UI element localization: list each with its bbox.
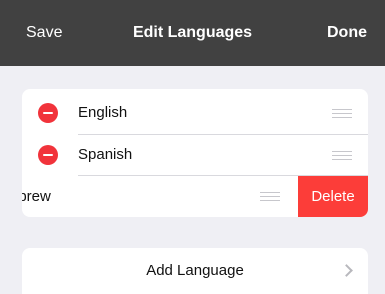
language-list: English Spanish ebrew Delete: [22, 89, 368, 217]
language-row-english[interactable]: English: [22, 92, 368, 134]
reorder-english-drag-handle-icon[interactable]: [332, 108, 352, 120]
done-button[interactable]: Done: [327, 24, 367, 42]
reorder-spanish-drag-handle-icon[interactable]: [332, 150, 352, 162]
navigation-bar: Save Edit Languages Done: [0, 0, 385, 66]
remove-spanish-minus-icon[interactable]: [38, 145, 58, 165]
language-label: ebrew: [22, 188, 51, 205]
add-language-button[interactable]: Add Language: [22, 248, 368, 294]
remove-english-minus-icon[interactable]: [38, 103, 58, 123]
delete-button[interactable]: Delete: [298, 176, 368, 217]
language-row-spanish[interactable]: Spanish: [22, 134, 368, 176]
language-row-hebrew-swiped[interactable]: ebrew Delete: [22, 176, 368, 217]
language-label: English: [78, 104, 128, 121]
reorder-hebrew-drag-handle-icon[interactable]: [260, 191, 280, 203]
add-language-label: Add Language: [146, 262, 244, 279]
language-label: Spanish: [78, 146, 133, 163]
